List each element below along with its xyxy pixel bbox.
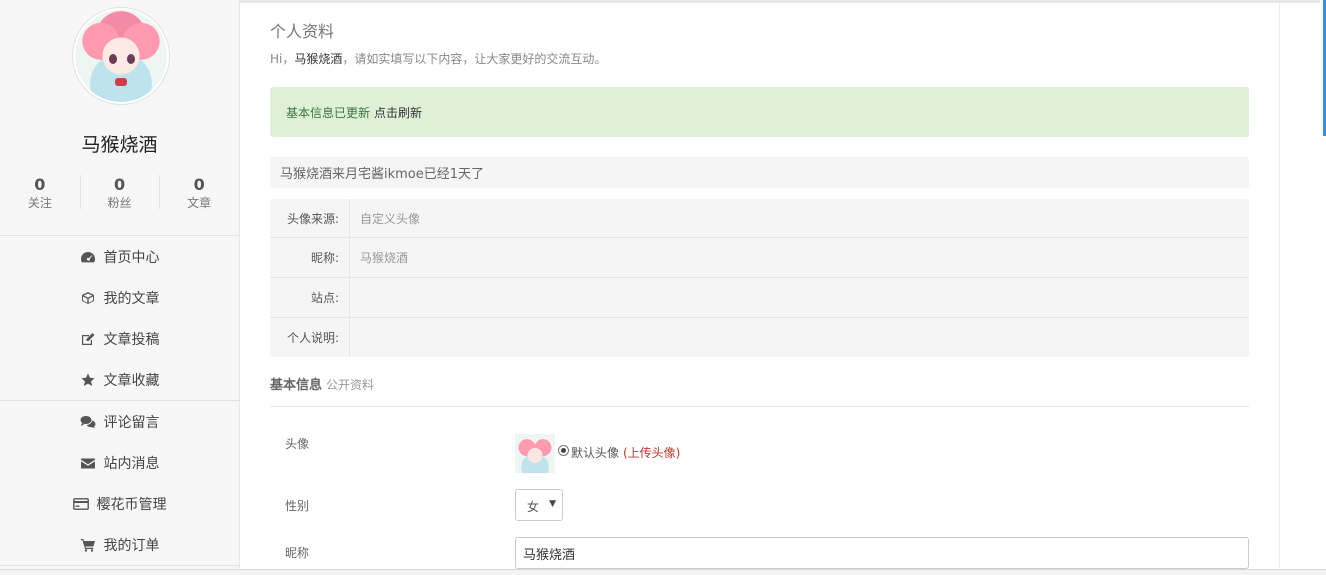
sidebar: 马猴烧酒 0 关注 0 粉丝 0 文章 首页中心 我的文章 文章投稿 文章收藏 … <box>0 0 240 569</box>
sidebar-item-label: 文章投稿 <box>103 331 160 348</box>
stat-followers-count: 0 <box>113 175 126 194</box>
info-row-nickname: 昵称: 马猴烧酒 <box>270 237 1249 277</box>
sidebar-item-label: 我的文章 <box>103 290 160 307</box>
sidebar-item-label: 我的订单 <box>103 537 160 554</box>
caret-down-icon: ▼ <box>549 499 556 509</box>
sidebar-item-home[interactable]: 首页中心 <box>0 236 239 277</box>
avatar[interactable] <box>73 8 169 104</box>
info-row-site: 站点: <box>270 277 1249 317</box>
sidebar-item-label: 站内消息 <box>103 455 160 472</box>
sidebar-item-coins[interactable]: 樱花币管理 <box>0 483 239 524</box>
sidebar-item-label: 文章收藏 <box>103 372 160 389</box>
success-alert: 基本信息已更新 点击刷新 <box>270 87 1249 137</box>
section-subtitle: 公开资料 <box>326 378 375 392</box>
edit-icon <box>80 332 96 346</box>
stat-following-count: 0 <box>34 175 46 194</box>
stat-articles-label: 文章 <box>187 196 212 210</box>
membership-duration: 马猴烧酒来月宅酱ikmoe已经1天了 <box>270 157 1249 188</box>
content-right-border <box>1279 3 1280 569</box>
gender-label: 性别 <box>285 499 310 513</box>
sidebar-item-messages[interactable]: 站内消息 <box>0 442 239 483</box>
default-avatar-label[interactable]: 默认头像 <box>571 444 619 461</box>
stat-following[interactable]: 0 关注 <box>0 175 80 211</box>
alert-message: 基本信息已更新 <box>286 105 371 120</box>
gender-select[interactable]: 女 ▼ <box>515 489 563 521</box>
info-key: 个人说明: <box>270 318 350 357</box>
sidebar-item-label: 首页中心 <box>103 249 160 266</box>
avatar-bow <box>115 78 127 86</box>
info-value: 自定义头像 <box>360 211 421 226</box>
sidebar-item-label: 评论留言 <box>103 414 160 431</box>
avatar-label: 头像 <box>285 437 310 451</box>
cart-icon <box>80 538 96 552</box>
info-row-bio: 个人说明: <box>270 317 1249 357</box>
info-row-avatar-source: 头像来源: 自定义头像 <box>270 199 1249 237</box>
section-divider <box>270 406 1249 407</box>
dashboard-icon <box>80 250 96 264</box>
comments-icon <box>80 415 96 429</box>
envelope-icon <box>80 456 96 470</box>
info-value: 马猴烧酒 <box>360 251 409 265</box>
info-key: 昵称: <box>270 238 350 277</box>
refresh-link[interactable]: 点击刷新 <box>374 104 422 121</box>
credit-card-icon <box>72 497 89 511</box>
gender-selected-value: 女 <box>527 500 540 514</box>
profile-info-table: 头像来源: 自定义头像 昵称: 马猴烧酒 站点: 个人说明: <box>270 199 1249 357</box>
sidebar-item-comments[interactable]: 评论留言 <box>0 401 239 442</box>
upload-avatar-link[interactable]: (上传头像) <box>623 444 680 461</box>
avatar-eye-right <box>127 54 135 64</box>
stat-following-label: 关注 <box>27 196 52 210</box>
info-value <box>350 318 1249 357</box>
avatar-preview <box>515 434 555 473</box>
default-avatar-radio[interactable] <box>558 445 569 456</box>
section-title: 基本信息 公开资料 <box>270 374 374 393</box>
sidebar-item-orders[interactable]: 我的订单 <box>0 524 239 565</box>
stat-articles[interactable]: 0 文章 <box>159 175 239 211</box>
star-icon <box>80 373 96 387</box>
avatar-eye-left <box>109 54 117 64</box>
greeting-suffix: ，请如实填写以下内容，让大家更好的交流互动。 <box>342 52 607 66</box>
window-bottom-bar <box>0 570 1326 575</box>
greeting-text: Hi，马猴烧酒，请如实填写以下内容，让大家更好的交流互动。 <box>270 50 606 67</box>
nickname-label: 昵称 <box>285 546 310 560</box>
stat-followers-label: 粉丝 <box>107 196 132 210</box>
stat-followers[interactable]: 0 粉丝 <box>79 175 160 211</box>
info-key: 站点: <box>270 278 350 317</box>
sidebar-item-favorites[interactable]: 文章收藏 <box>0 359 239 400</box>
sidebar-divider <box>0 565 239 566</box>
sidebar-item-submit-article[interactable]: 文章投稿 <box>0 318 239 359</box>
info-value <box>350 278 1249 317</box>
greeting-username: 马猴烧酒 <box>294 52 343 66</box>
greeting-prefix: Hi， <box>270 52 295 66</box>
sidebar-item-label: 樱花币管理 <box>96 496 167 513</box>
cube-icon <box>80 291 96 305</box>
sidebar-item-my-articles[interactable]: 我的文章 <box>0 277 239 318</box>
page-title: 个人资料 <box>270 22 335 41</box>
user-stats: 0 关注 0 粉丝 0 文章 <box>0 175 239 211</box>
stat-articles-count: 0 <box>193 175 205 194</box>
info-key: 头像来源: <box>270 199 350 237</box>
section-title-text: 基本信息 <box>270 378 323 393</box>
nickname-input[interactable] <box>515 537 1249 569</box>
sidebar-username[interactable]: 马猴烧酒 <box>0 130 239 157</box>
